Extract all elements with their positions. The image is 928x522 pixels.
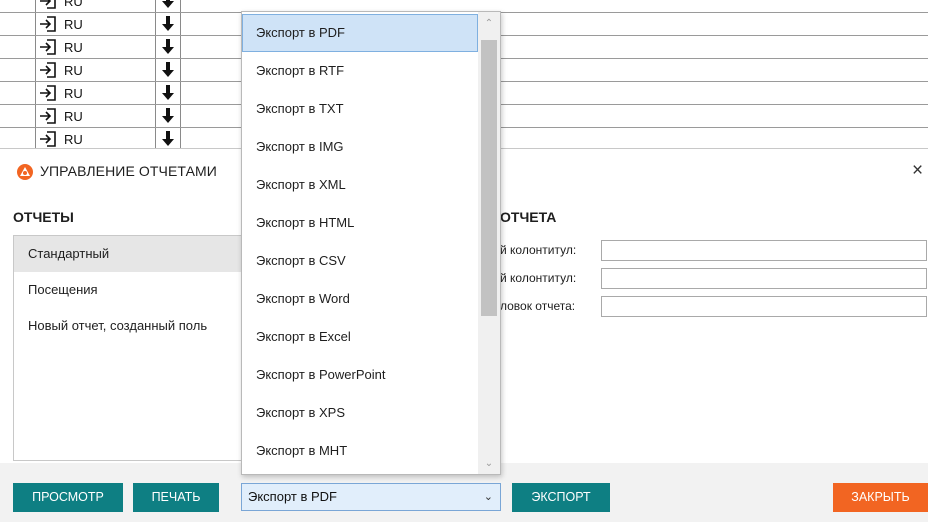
language-code: RU bbox=[64, 109, 83, 124]
report-title-input[interactable] bbox=[601, 296, 927, 317]
sign-in-icon bbox=[40, 85, 56, 101]
language-code: RU bbox=[64, 0, 83, 9]
dropdown-option[interactable]: Экспорт в RTF bbox=[242, 52, 478, 90]
dropdown-option[interactable]: Экспорт в Excel bbox=[242, 318, 478, 356]
reports-section-title: ОТЧЕТЫ bbox=[13, 209, 74, 225]
sign-in-icon bbox=[40, 39, 56, 55]
close-icon[interactable]: × bbox=[912, 161, 923, 180]
dropdown-option[interactable]: Экспорт в XPS bbox=[242, 394, 478, 432]
arrow-down-icon[interactable] bbox=[161, 130, 175, 148]
dropdown-option[interactable]: Экспорт в HTML bbox=[242, 204, 478, 242]
language-code: RU bbox=[64, 17, 83, 32]
arrow-down-icon[interactable] bbox=[161, 107, 175, 125]
list-item[interactable]: Посещения bbox=[14, 272, 272, 308]
scrollbar-thumb[interactable] bbox=[481, 40, 497, 316]
arrow-down-icon[interactable] bbox=[161, 38, 175, 56]
language-code: RU bbox=[64, 40, 83, 55]
arrow-down-icon[interactable] bbox=[161, 15, 175, 33]
language-code: RU bbox=[64, 86, 83, 101]
dropdown-option[interactable]: Экспорт в TXT bbox=[242, 90, 478, 128]
export-format-select[interactable]: Экспорт в PDF ⌄ bbox=[241, 483, 501, 511]
sign-in-icon bbox=[40, 16, 56, 32]
list-item[interactable]: Новый отчет, созданный поль bbox=[14, 308, 272, 344]
footer-label: й колонтитул: bbox=[500, 271, 577, 285]
scroll-up-icon[interactable]: ⌃ bbox=[478, 18, 500, 29]
print-button[interactable]: ПЕЧАТЬ bbox=[133, 483, 219, 512]
header-input[interactable] bbox=[601, 240, 927, 261]
export-format-value: Экспорт в PDF bbox=[248, 489, 337, 504]
sign-in-icon bbox=[40, 108, 56, 124]
dropdown-option[interactable]: Экспорт в MHT bbox=[242, 432, 478, 470]
dialog-title: УПРАВЛЕНИЕ ОТЧЕТАМИ bbox=[40, 163, 217, 179]
export-button[interactable]: ЭКСПОРТ bbox=[512, 483, 610, 512]
app-logo-icon bbox=[17, 164, 33, 180]
arrow-down-icon[interactable] bbox=[161, 61, 175, 79]
language-code: RU bbox=[64, 63, 83, 78]
dropdown-option[interactable]: Экспорт в PDF bbox=[242, 14, 478, 52]
dropdown-option[interactable]: Экспорт в PowerPoint bbox=[242, 356, 478, 394]
sign-in-icon bbox=[40, 131, 56, 147]
sign-in-icon bbox=[40, 62, 56, 78]
dropdown-option[interactable]: Экспорт в IMG bbox=[242, 128, 478, 166]
dropdown-option[interactable]: Экспорт в Word bbox=[242, 280, 478, 318]
dropdown-option[interactable]: Экспорт в CSV bbox=[242, 242, 478, 280]
preview-button[interactable]: ПРОСМОТР bbox=[13, 483, 123, 512]
close-button[interactable]: ЗАКРЫТЬ bbox=[833, 483, 928, 512]
arrow-down-icon[interactable] bbox=[161, 0, 175, 10]
sign-in-icon bbox=[40, 0, 56, 9]
dropdown-option[interactable]: Экспорт в XML bbox=[242, 166, 478, 204]
arrow-down-icon[interactable] bbox=[161, 84, 175, 102]
report-title-label: ловок отчета: bbox=[500, 299, 576, 313]
reports-list[interactable]: Стандартный Посещения Новый отчет, созда… bbox=[13, 235, 273, 461]
footer-input[interactable] bbox=[601, 268, 927, 289]
chevron-down-icon: ⌄ bbox=[483, 491, 493, 503]
list-item[interactable]: Стандартный bbox=[14, 236, 272, 272]
header-label: й колонтитул: bbox=[500, 243, 577, 257]
export-format-dropdown[interactable]: Экспорт в PDF Экспорт в RTF Экспорт в TX… bbox=[241, 11, 501, 475]
scroll-down-icon[interactable]: ⌄ bbox=[478, 458, 500, 469]
properties-section-title: ОТЧЕТА bbox=[500, 209, 557, 225]
language-code: RU bbox=[64, 132, 83, 147]
